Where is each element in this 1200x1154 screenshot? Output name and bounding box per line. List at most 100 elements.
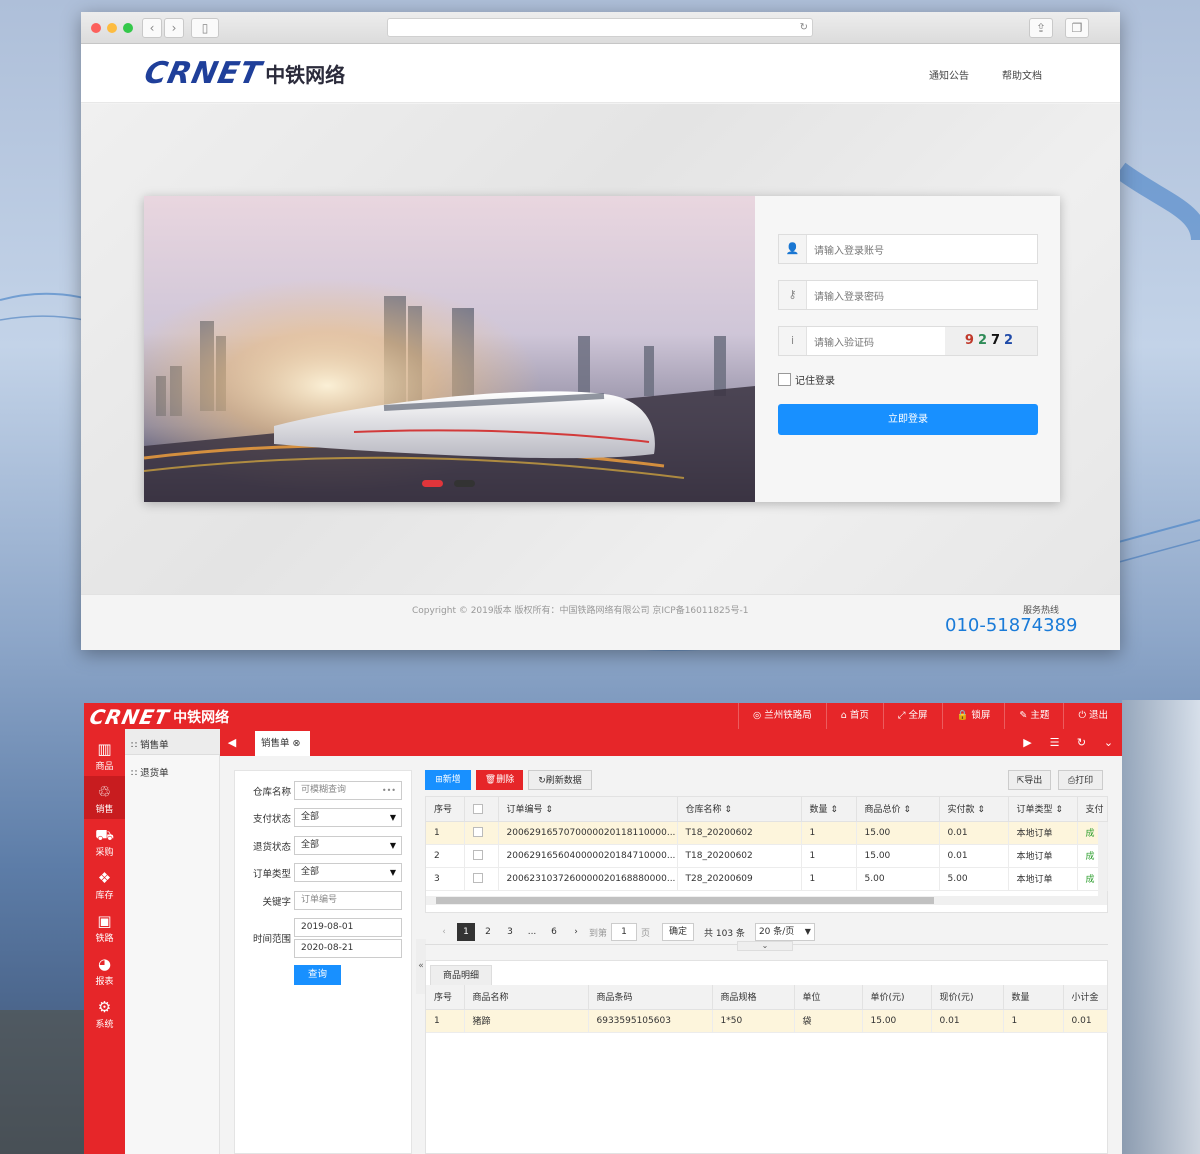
cell: 0.01 xyxy=(939,844,1009,868)
warehouse-input[interactable]: 可模糊查询 ••• xyxy=(294,781,402,800)
cell: 1 xyxy=(426,1009,465,1033)
order-type-select[interactable]: 全部 ▼ xyxy=(294,863,402,882)
close-window-dot[interactable] xyxy=(91,23,101,33)
add-button[interactable]: ⊞新增 xyxy=(425,770,471,790)
tab-sales-order[interactable]: 销售单 ⊗ xyxy=(255,731,310,756)
page-1[interactable]: 1 xyxy=(457,923,475,941)
nav-notice-link[interactable]: 通知公告 xyxy=(929,67,969,82)
page-size-select[interactable]: 20 条/页 ▼ xyxy=(754,923,815,941)
refresh-button[interactable]: ↻刷新数据 xyxy=(528,770,592,790)
back-icon[interactable]: ‹ xyxy=(142,18,162,38)
sort-icon[interactable]: ⇕ xyxy=(830,805,838,815)
cell-checkbox[interactable] xyxy=(464,867,499,891)
date-from-value: 2019-08-01 xyxy=(301,922,354,932)
keyword-input[interactable]: 订单编号 xyxy=(294,891,402,910)
goto-label: 到第 xyxy=(589,928,608,939)
sort-icon[interactable]: ⇕ xyxy=(903,805,911,815)
sidebar-item-sales[interactable]: ♲ 销售 xyxy=(84,776,125,819)
row-checkbox[interactable] xyxy=(472,827,483,838)
remember-login[interactable]: 记住登录 xyxy=(778,372,835,387)
tab-next-icon[interactable]: ▶ xyxy=(1014,729,1041,756)
sidebar-item-railway[interactable]: ▣ 铁路 xyxy=(84,905,125,948)
table-row[interactable]: 2 2006291656040000020184710000... T18_20… xyxy=(426,844,1108,868)
chevron-down-icon[interactable]: ⌄ xyxy=(1095,729,1122,756)
page-3[interactable]: 3 xyxy=(501,923,519,941)
vertical-scrollbar[interactable] xyxy=(1098,822,1107,896)
col-order-no[interactable]: 订单编号 ⇕ xyxy=(498,797,678,822)
topnav-fullscreen[interactable]: ⤢ 全屏 xyxy=(882,703,942,729)
submenu-item-sales-order[interactable]: ∷ 销售单 xyxy=(131,737,169,751)
delete-button[interactable]: 🗑删除 xyxy=(476,770,523,790)
col-label: 商品总价 xyxy=(864,805,901,816)
login-button[interactable]: 立即登录 xyxy=(778,404,1038,435)
address-bar[interactable]: ↻ xyxy=(387,18,813,37)
sidebar-item-reports[interactable]: ◕ 报表 xyxy=(84,948,125,991)
sort-icon[interactable]: ⇕ xyxy=(545,805,553,815)
query-button[interactable]: 查询 xyxy=(294,965,341,985)
col-warehouse[interactable]: 仓库名称 ⇕ xyxy=(677,797,802,822)
sidebar-item-inventory[interactable]: ❖ 库存 xyxy=(84,862,125,905)
row-checkbox[interactable] xyxy=(472,873,483,884)
forward-icon[interactable]: › xyxy=(164,18,184,38)
share-icon[interactable]: ⇪ xyxy=(1029,18,1053,38)
account-field[interactable]: 👤 请输入登录账号 xyxy=(778,234,1038,264)
tab-refresh-icon[interactable]: ↻ xyxy=(1068,729,1095,756)
page-2[interactable]: 2 xyxy=(479,923,497,941)
page-6[interactable]: 6 xyxy=(545,923,563,941)
cell: T28_20200609 xyxy=(677,867,802,891)
export-button[interactable]: ⇱导出 xyxy=(1008,770,1051,790)
col-select-all[interactable] xyxy=(464,797,499,822)
col-order-type[interactable]: 订单类型 ⇕ xyxy=(1008,797,1078,822)
tab-list-icon[interactable]: ☰ xyxy=(1041,729,1068,756)
remember-checkbox[interactable] xyxy=(778,373,791,386)
topnav-home[interactable]: ⌂ 首页 xyxy=(825,703,883,729)
detail-row[interactable]: 1 猪蹄 6933595105603 1*50 袋 15.00 0.01 1 0… xyxy=(426,1009,1108,1033)
submenu-item-return-order[interactable]: ∷ 退货单 xyxy=(131,765,169,779)
prev-page-icon[interactable]: ‹ xyxy=(435,923,453,941)
topnav-theme[interactable]: ✎ 主题 xyxy=(1004,703,1063,729)
tabs-icon[interactable]: ❐ xyxy=(1065,18,1089,38)
date-from-input[interactable]: 2019-08-01 xyxy=(294,918,402,937)
sidebar-toggle-icon[interactable]: ▯ xyxy=(191,18,219,38)
cell-checkbox[interactable] xyxy=(464,844,499,868)
table-row[interactable]: 1 2006291657070000020118110000... T18_20… xyxy=(426,821,1108,845)
col-total[interactable]: 商品总价 ⇕ xyxy=(856,797,940,822)
page-confirm-button[interactable]: 确定 xyxy=(662,923,695,941)
trash-icon: 🗑 xyxy=(484,775,497,785)
table-row[interactable]: 3 2006231037260000020168880000... T28_20… xyxy=(426,867,1108,891)
col-paid[interactable]: 实付款 ⇕ xyxy=(939,797,1009,822)
scrollbar-thumb[interactable] xyxy=(436,897,934,904)
tab-goods-detail[interactable]: 商品明细 xyxy=(430,965,492,985)
reload-icon[interactable]: ↻ xyxy=(800,22,808,33)
sort-icon[interactable]: ⇕ xyxy=(1055,805,1063,815)
topnav-logout[interactable]: ⏻ 退出 xyxy=(1063,703,1122,729)
print-button[interactable]: ⎙打印 xyxy=(1058,770,1103,790)
sort-icon[interactable]: ⇕ xyxy=(977,805,985,815)
minimize-window-dot[interactable] xyxy=(107,23,117,33)
expand-detail-icon[interactable]: ⌄ xyxy=(737,941,793,951)
captcha-image[interactable]: 9272 xyxy=(945,327,1037,355)
sidebar-item-system[interactable]: ⚙ 系统 xyxy=(84,991,125,1034)
topnav-bureau[interactable]: ◎ 兰州铁路局 xyxy=(737,703,826,729)
cell-checkbox[interactable] xyxy=(464,821,499,845)
date-to-input[interactable]: 2020-08-21 xyxy=(294,939,402,958)
select-all-checkbox[interactable] xyxy=(472,803,483,814)
page-number-input[interactable]: 1 xyxy=(611,923,638,941)
pay-status-select[interactable]: 全部 ▼ xyxy=(294,808,402,827)
sidebar-item-goods[interactable]: ▥ 商品 xyxy=(84,733,125,776)
next-page-icon[interactable]: › xyxy=(567,923,585,941)
sort-icon[interactable]: ⇕ xyxy=(724,805,732,815)
maximize-window-dot[interactable] xyxy=(123,23,133,33)
tab-close-icon[interactable]: ⊗ xyxy=(293,738,301,749)
captcha-field[interactable]: i 请输入验证码 9272 xyxy=(778,326,1038,356)
sub-menu: ∷ 销售单 ∷ 退货单 xyxy=(125,729,220,1154)
password-field[interactable]: ⚷ 请输入登录密码 xyxy=(778,280,1038,310)
horizontal-scrollbar[interactable] xyxy=(426,896,1107,905)
tab-prev-icon[interactable]: ◀ xyxy=(220,729,244,756)
col-quantity[interactable]: 数量 ⇕ xyxy=(801,797,857,822)
sidebar-item-purchase[interactable]: ⛟ 采购 xyxy=(84,819,125,862)
topnav-lock[interactable]: 🔒 锁屏 xyxy=(941,703,1005,729)
return-status-select[interactable]: 全部 ▼ xyxy=(294,836,402,855)
nav-help-link[interactable]: 帮助文档 xyxy=(1002,67,1042,82)
row-checkbox[interactable] xyxy=(472,850,483,861)
